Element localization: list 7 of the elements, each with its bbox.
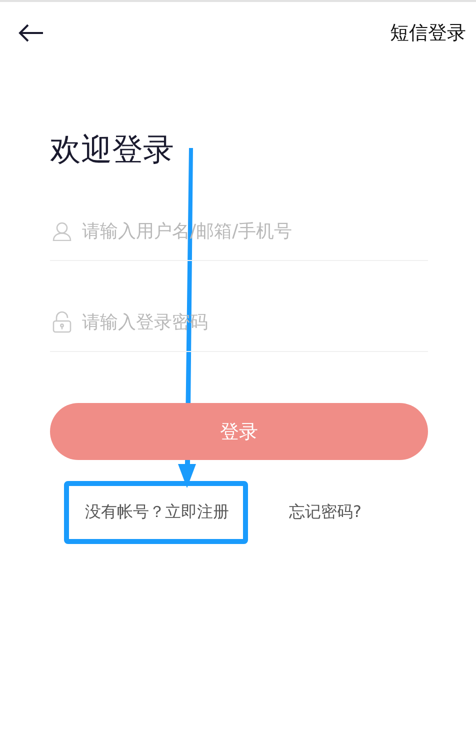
back-arrow-icon[interactable] <box>18 24 44 42</box>
sms-login-link[interactable]: 短信登录 <box>390 20 466 46</box>
page-title: 欢迎登录 <box>50 131 175 170</box>
forgot-password-link[interactable]: 忘记密码? <box>289 502 362 522</box>
register-link[interactable]: 没有帐号？立即注册 <box>64 480 248 544</box>
user-icon <box>52 221 72 241</box>
lock-icon <box>52 311 72 333</box>
